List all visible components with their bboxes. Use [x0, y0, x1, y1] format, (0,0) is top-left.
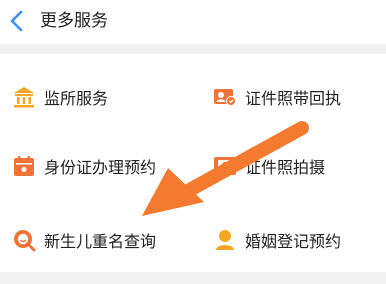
bottom-divider: [0, 272, 386, 284]
service-label: 证件照拍摄: [245, 158, 326, 177]
institution-icon: [14, 87, 34, 108]
page-title: 更多服务: [40, 11, 108, 31]
service-label: 婚姻登记预约: [245, 232, 342, 251]
search-name-icon: [14, 230, 36, 252]
service-label: 监所服务: [44, 89, 109, 108]
person-icon: [216, 230, 234, 250]
service-item-prison[interactable]: 监所服务: [12, 82, 108, 112]
photo-id-icon: [214, 157, 236, 175]
divider: [0, 44, 386, 54]
calendar-icon: [14, 156, 34, 176]
services-grid: 监所服务 证件照带回执 身份证办理预约 证件照拍摄 新生儿重名查询 婚姻登记预约: [0, 54, 386, 272]
service-label: 身份证办理预约: [44, 158, 157, 177]
chevron-left-icon[interactable]: [6, 8, 28, 34]
service-item-id-appointment[interactable]: 身份证办理预约: [12, 151, 156, 181]
service-item-photo-receipt[interactable]: 证件照带回执: [213, 82, 341, 112]
service-item-newborn-name[interactable]: 新生儿重名查询: [12, 225, 156, 255]
photo-receipt-icon: [214, 89, 236, 106]
service-item-marriage[interactable]: 婚姻登记预约: [213, 225, 341, 255]
service-label: 新生儿重名查询: [44, 232, 157, 251]
service-label: 证件照带回执: [245, 89, 342, 108]
top-bar: 更多服务: [0, 0, 386, 44]
service-item-photo-shoot[interactable]: 证件照拍摄: [213, 151, 325, 181]
